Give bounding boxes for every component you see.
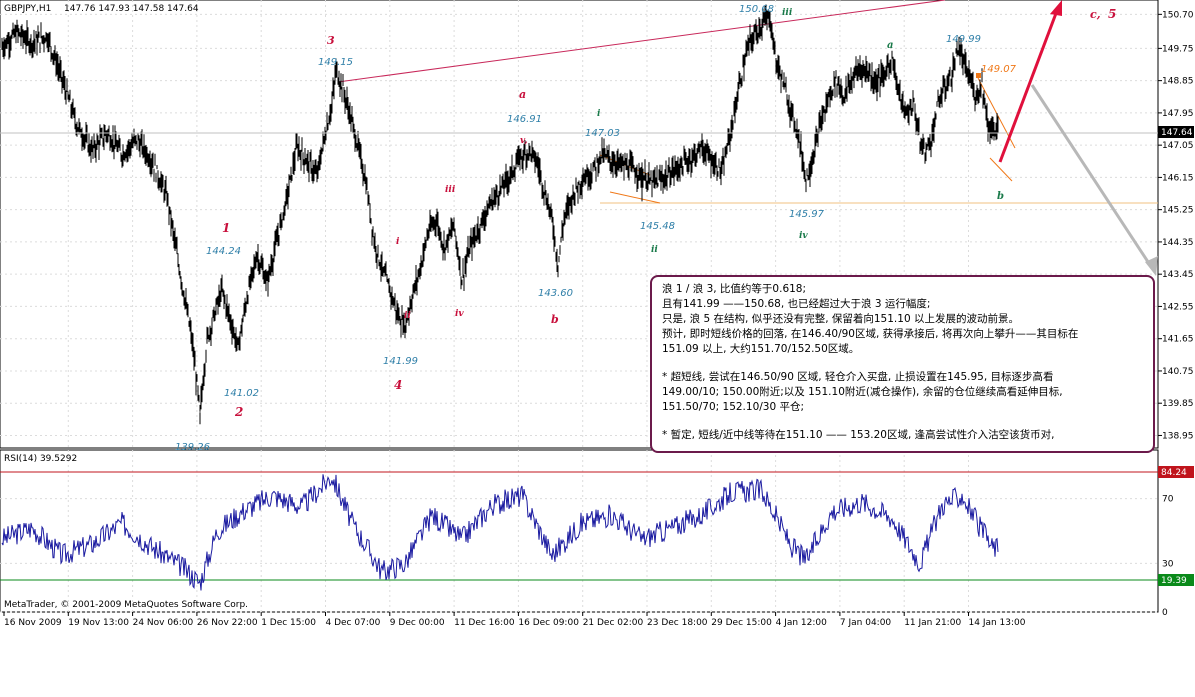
wave-label-iv-green: iv [799,231,808,241]
price-tick-label: 146.15 [1162,173,1194,183]
wave-label-c: c, [1090,8,1101,21]
price-axis: 150.70 149.75 148.85 147.95 147.05 146.15 145.… [1158,10,1194,441]
wave-label-ii-green: ii [651,245,658,255]
rsi-grid [0,450,1158,613]
time-tick-label: 9 Dec 00:00 [390,618,445,628]
price-tick-label: 148.85 [1162,77,1194,87]
price-label-139-26: 139.26 [175,442,210,453]
price-tick-label: 150.70 [1162,10,1194,20]
price-label-145-48: 145.48 [640,221,675,232]
symbol-label: GBPJPY,H1 [4,4,51,14]
note-line-8: 151.50/70; 152.10/30 平仓; [662,401,805,413]
price-tick-label: 144.35 [1162,238,1194,248]
price-label-146-91: 146.91 [507,114,542,125]
analysis-note: 浪 1 / 浪 3, 比值约等于0.618; 且有141.99 ——150.68… [650,275,1155,453]
projection-arrow-up [998,7,1060,163]
wave-label-4: 4 [394,378,402,392]
rsi-lower-label: 19.39 [1161,576,1187,586]
rsi-header-label: RSI(14) 39.5292 [4,454,77,464]
rsi-tick-label: 30 [1162,559,1174,569]
price-label-149-99: 149.99 [946,34,981,45]
wave-label-iii-green: iii [782,8,793,18]
rsi-tick-label: 0 [1162,608,1168,618]
rsi-axis: 0 30 70 [1162,495,1174,618]
price-tick-label: 149.75 [1162,44,1194,54]
note-line-6: * 超短线, 尝试在146.50/90 区域, 轻仓介入买盘, 止损设置在145… [662,371,1054,383]
price-tick-label: 140.75 [1162,367,1194,377]
price-label-149-07: 149.07 [981,64,1017,75]
price-tick-label: 147.95 [1162,109,1194,119]
price-label-149-15: 149.15 [318,57,353,68]
wave-label-5: 5 [1108,7,1116,21]
chart-window: 150.70 149.75 148.85 147.95 147.05 146.15 145.… [0,0,1195,693]
time-tick-label: 7 Jan 04:00 [840,618,892,628]
time-tick-label: 11 Jan 21:00 [904,618,961,628]
wave-label-b: b [551,313,559,326]
time-tick-label: 4 Dec 07:00 [326,618,381,628]
copyright-label: MetaTrader, © 2001-2009 MetaQuotes Softw… [4,600,248,610]
wave-label-i-red: i [396,237,400,247]
time-tick-label: 24 Nov 06:00 [133,618,194,628]
wave-label-b-green: b [997,191,1004,202]
wave-label-ii-red: ii [404,311,411,321]
note-gap [662,415,1143,428]
price-tick-label: 142.55 [1162,302,1194,312]
time-tick-label: 16 Nov 2009 [4,618,62,628]
current-price-label: 147.64 [1161,128,1193,138]
note-line-5: 151.09 以上, 大约151.70/152.50区域。 [662,343,860,355]
price-label-141-99: 141.99 [383,356,418,367]
wave-label-iv-red: iv [455,309,464,319]
note-line-3: 只是, 浪 5 在结构, 似乎还没有完整, 保留着向151.10 以上发展的波动… [662,313,1019,325]
note-line-9: * 暂定, 短线/近中线等待在151.10 —— 153.20区域, 逢高尝试性… [662,429,1055,441]
price-tick-label: 138.95 [1162,431,1194,441]
time-axis: 16 Nov 2009 19 Nov 13:00 24 Nov 06:00 26 No… [3,612,1026,628]
price-label-141-02: 141.02 [224,388,259,399]
note-line-4: 预计, 即时短线价格的回落, 在146.40/90区域, 获得承接后, 将再次向… [662,328,1079,340]
price-label-144-24: 144.24 [206,246,241,257]
time-tick-label: 11 Dec 16:00 [454,618,515,628]
price-tick-label: 139.85 [1162,399,1194,409]
wave-label-a-green: a [887,40,893,51]
price-label-150-68: 150.68 [739,4,774,15]
wave-label-1: 1 [222,221,230,235]
arrow-head-up-icon [1050,0,1062,16]
price-tick-label: 143.45 [1162,270,1194,280]
time-tick-label: 4 Jan 12:00 [776,618,828,628]
wave-label-2: 2 [234,405,243,419]
wave-label-v: v, [520,136,528,146]
wave-label-i-green: i [597,109,601,119]
price-tick-label: 145.25 [1162,206,1194,216]
note-line-2: 且有141.99 ——150.68, 也已经超过大于浪 3 运行幅度; [662,298,931,310]
time-tick-label: 23 Dec 18:00 [647,618,708,628]
note-line-7: 149.00/10; 150.00附近;以及 151.10附近(减仓操作), 余… [662,386,1063,398]
price-label-143-60: 143.60 [538,288,573,299]
time-tick-label: 26 Nov 22:00 [197,618,258,628]
time-tick-label: 1 Dec 15:00 [261,618,316,628]
wave-label-3: 3 [327,34,335,47]
time-tick-label: 14 Jan 13:00 [969,618,1026,628]
rsi-panel-frame [0,449,1159,613]
rsi-upper-label: 84.24 [1161,468,1187,478]
time-tick-label: 16 Dec 09:00 [518,618,579,628]
rsi-line [1,474,999,591]
note-line-1: 浪 1 / 浪 3, 比值约等于0.618; [662,283,807,295]
time-tick-label: 21 Dec 02:00 [583,618,644,628]
ohlc-label: 147.76 147.93 147.58 147.64 [64,4,199,14]
time-tick-label: 19 Nov 13:00 [68,618,129,628]
wave-label-a: a [519,88,526,101]
price-tick-label: 141.65 [1162,335,1194,345]
rsi-tick-label: 70 [1162,495,1174,505]
price-tick-label: 147.05 [1162,141,1194,151]
price-label-147-03: 147.03 [585,128,620,139]
wave-label-iii-red: iii [445,185,456,195]
note-gap [662,357,1143,370]
time-tick-label: 29 Dec 15:00 [711,618,772,628]
price-label-145-97: 145.97 [789,209,825,220]
